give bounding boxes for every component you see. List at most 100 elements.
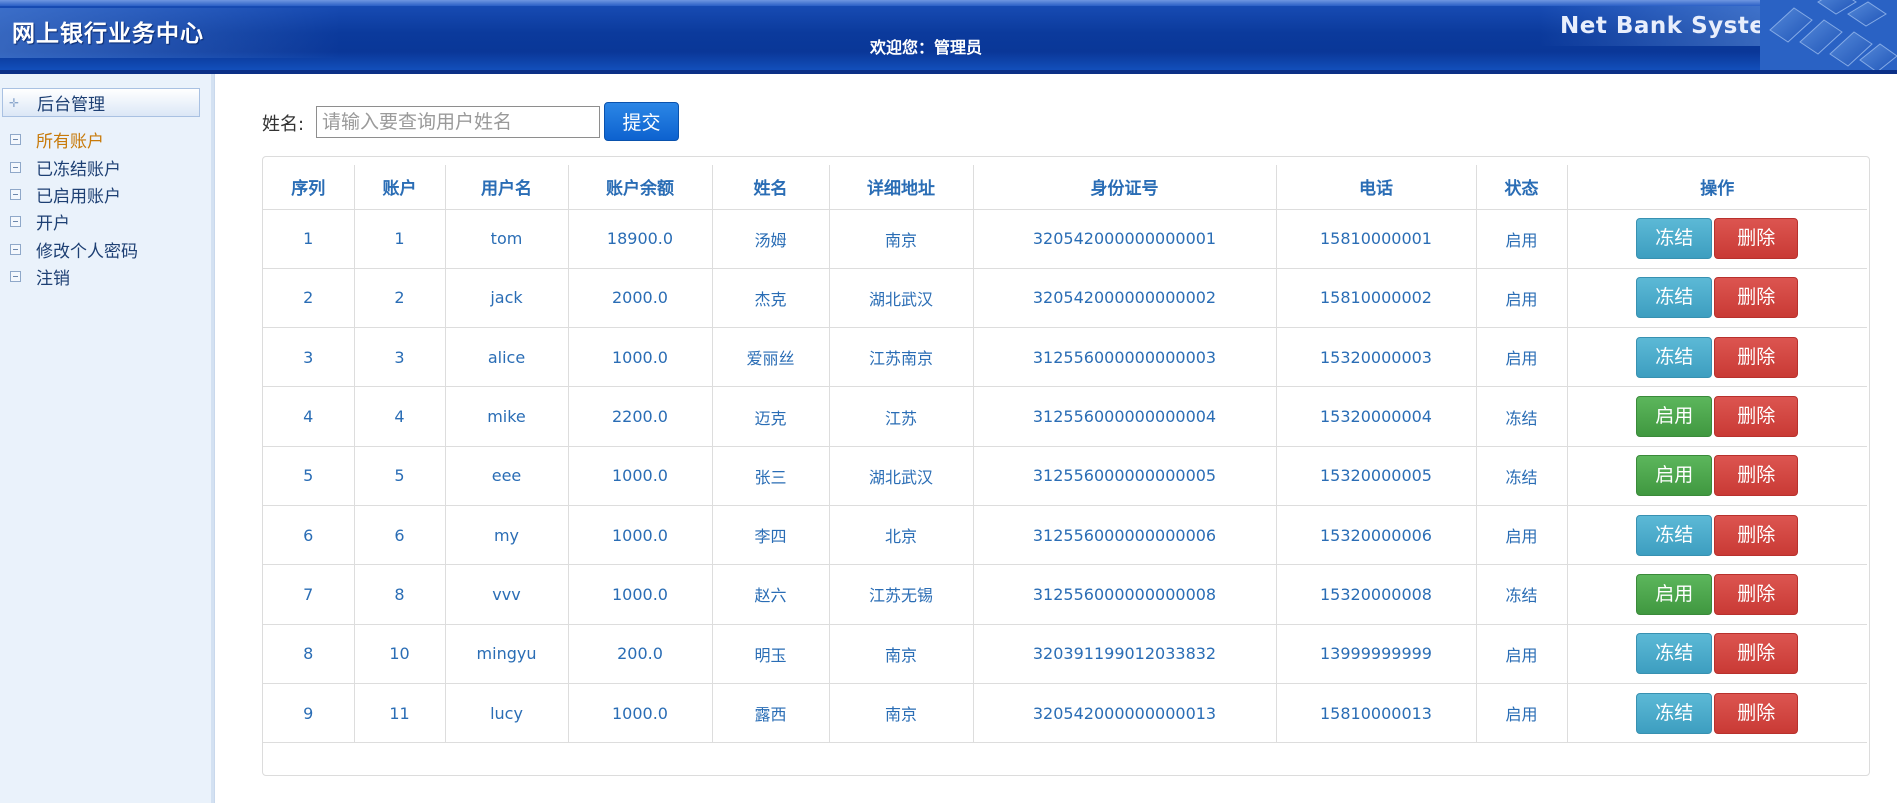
cell-actions: 冻结 删除: [1566, 267, 1867, 329]
delete-button[interactable]: 删除: [1714, 573, 1799, 615]
sidebar-item[interactable]: 所有账户: [0, 126, 210, 153]
cell-id-card: 320542000000000002: [972, 267, 1277, 329]
cell-balance: 2000.0: [567, 267, 713, 329]
cell-name: 汤姆: [711, 208, 830, 269]
welcome-message: 欢迎您：管理员: [870, 38, 983, 57]
sidebar-item[interactable]: 修改个人密码: [0, 236, 210, 263]
freeze-button[interactable]: 冻结: [1636, 633, 1713, 675]
delete-button[interactable]: 删除: [1714, 633, 1799, 675]
cell-id-card: 320542000000000001: [972, 208, 1277, 269]
sidebar-item[interactable]: 开户: [0, 208, 210, 235]
cell-name: 张三: [711, 445, 830, 506]
sidebar-item[interactable]: 已冻结账户: [0, 153, 210, 180]
cell-account: 8: [353, 564, 446, 625]
expand-plus-icon: ✛: [8, 95, 20, 110]
table-row: 9 11 lucy 1000.0 露西 南京 320542000000000013 15810…: [263, 682, 1867, 744]
cell-username: alice: [444, 327, 569, 388]
cell-account: 5: [353, 445, 446, 506]
table-row: 4 4 mike 2200.0 迈克 江苏 312556000000000004 153200…: [263, 386, 1867, 447]
delete-button[interactable]: 删除: [1714, 514, 1799, 556]
cell-username: vvv: [444, 564, 569, 625]
table-row: 8 10 mingyu 200.0 明玉 南京 320391199012033832 1399…: [263, 623, 1867, 684]
sidebar-item[interactable]: 已启用账户: [0, 181, 210, 208]
cell-name: 迈克: [711, 386, 830, 447]
cell-name: 爱丽丝: [711, 327, 830, 388]
cell-username: lucy: [444, 682, 569, 744]
cell-id-card: 312556000000000005: [972, 445, 1277, 506]
cell-status: 启用: [1475, 208, 1568, 269]
column-header: 用户名: [444, 165, 569, 210]
delete-button[interactable]: 删除: [1714, 455, 1799, 497]
enable-button[interactable]: 启用: [1636, 573, 1713, 615]
cell-id-card: 312556000000000003: [972, 327, 1277, 388]
delete-button[interactable]: 删除: [1714, 396, 1799, 438]
search-name-input[interactable]: [316, 106, 600, 138]
cell-actions: 冻结 删除: [1566, 504, 1867, 566]
cell-status: 冻结: [1475, 386, 1568, 447]
enable-button[interactable]: 启用: [1636, 455, 1713, 497]
freeze-button[interactable]: 冻结: [1636, 514, 1713, 556]
cell-account: 2: [353, 267, 446, 329]
cell-username: eee: [444, 445, 569, 506]
column-header: 电话: [1275, 165, 1477, 210]
sidebar-item-label: 开户: [36, 214, 70, 235]
cell-phone: 15320000006: [1275, 504, 1477, 566]
delete-button[interactable]: 删除: [1714, 692, 1799, 734]
cell-actions: 启用 删除: [1566, 564, 1867, 625]
sidebar-edge: [211, 74, 214, 803]
delete-button[interactable]: 删除: [1714, 277, 1799, 319]
freeze-button[interactable]: 冻结: [1636, 692, 1713, 734]
sidebar-item-label: 所有账户: [36, 132, 104, 153]
cell-seq: 7: [263, 564, 355, 625]
delete-button[interactable]: 删除: [1714, 336, 1799, 378]
collapse-minus-icon: [10, 161, 21, 173]
cell-address: 江苏: [828, 386, 974, 447]
cell-phone: 15320000003: [1275, 327, 1477, 388]
cell-status: 冻结: [1475, 445, 1568, 506]
cell-id-card: 320391199012033832: [972, 623, 1277, 684]
cell-id-card: 320542000000000013: [972, 682, 1277, 744]
sidebar-item-label: 已启用账户: [36, 186, 121, 207]
column-header: 账户余额: [567, 165, 713, 210]
delete-button[interactable]: 删除: [1714, 218, 1799, 260]
cell-id-card: 312556000000000004: [972, 386, 1277, 447]
freeze-button[interactable]: 冻结: [1636, 277, 1713, 319]
cell-address: 北京: [828, 504, 974, 566]
table-header-row: 序列 账户 用户名 账户余额 姓名 详细地址 身份证号 电话 状态 操作: [263, 165, 1867, 210]
column-header: 操作: [1566, 165, 1867, 210]
cell-username: my: [444, 504, 569, 566]
collapse-minus-icon: [10, 188, 21, 200]
cell-address: 南京: [828, 623, 974, 684]
column-header: 序列: [263, 165, 355, 210]
table-row: 5 5 eee 1000.0 张三 湖北武汉 312556000000000005 15320…: [263, 445, 1867, 506]
cell-status: 启用: [1475, 623, 1568, 684]
collapse-minus-icon: [10, 271, 21, 283]
cell-phone: 15810000013: [1275, 682, 1477, 744]
cell-actions: 冻结 删除: [1566, 682, 1867, 744]
cell-actions: 启用 删除: [1566, 386, 1867, 447]
cell-address: 湖北武汉: [828, 267, 974, 329]
cell-balance: 1000.0: [567, 445, 713, 506]
cell-account: 4: [353, 386, 446, 447]
cell-balance: 1000.0: [567, 682, 713, 744]
cell-address: 南京: [828, 208, 974, 269]
cell-address: 湖北武汉: [828, 445, 974, 506]
sidebar-section-header[interactable]: ✛ 后台管理: [2, 88, 200, 117]
submit-button[interactable]: 提交: [604, 102, 679, 141]
enable-button[interactable]: 启用: [1636, 396, 1713, 438]
brand-logo-text: Net Bank System: [1560, 13, 1790, 39]
cell-name: 明玉: [711, 623, 830, 684]
cell-phone: 15810000001: [1275, 208, 1477, 269]
freeze-button[interactable]: 冻结: [1636, 218, 1713, 260]
table-row: 3 3 alice 1000.0 爱丽丝 江苏南京 312556000000000003 15…: [263, 327, 1867, 388]
freeze-button[interactable]: 冻结: [1636, 336, 1713, 378]
column-header: 详细地址: [828, 165, 974, 210]
sidebar-item[interactable]: 注销: [0, 263, 210, 290]
cell-actions: 冻结 删除: [1566, 208, 1867, 269]
cell-balance: 18900.0: [567, 208, 713, 269]
cell-seq: 6: [263, 504, 355, 566]
cell-name: 杰克: [711, 267, 830, 329]
cell-status: 冻结: [1475, 564, 1568, 625]
cell-name: 李四: [711, 504, 830, 566]
cell-id-card: 312556000000000006: [972, 504, 1277, 566]
